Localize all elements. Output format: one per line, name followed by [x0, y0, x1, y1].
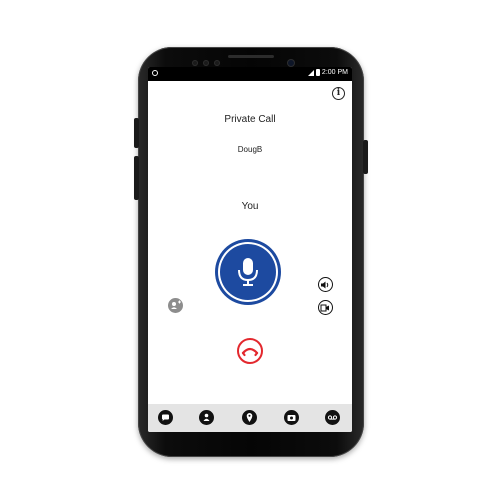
microphone-icon — [238, 258, 258, 286]
status-bar: 2:00 PM — [148, 67, 352, 81]
bixby-button — [134, 118, 139, 148]
power-button — [363, 140, 368, 174]
bottom-nav-bar — [148, 404, 352, 432]
speaker-icon — [321, 281, 329, 289]
location-icon[interactable] — [242, 410, 257, 425]
volume-button — [134, 156, 139, 200]
call-type-title: Private Call — [224, 114, 276, 125]
end-call-icon — [241, 347, 259, 357]
front-camera — [287, 59, 295, 67]
speaker-button[interactable] — [318, 277, 333, 292]
add-participant-button[interactable] — [168, 298, 183, 313]
talkgroup-icon[interactable] — [199, 410, 214, 425]
voicemail-icon[interactable] — [325, 410, 340, 425]
earpiece-speaker — [228, 55, 274, 58]
phone-screen: 2:00 PM i Private Call DougB You — [148, 67, 352, 432]
nfc-icon — [152, 70, 158, 76]
add-participant-icon — [171, 300, 181, 309]
push-to-talk-button[interactable] — [218, 242, 278, 302]
sensor-dot — [214, 60, 220, 66]
info-icon[interactable]: i — [332, 87, 345, 100]
talker-label: You — [241, 201, 259, 212]
mute-toggle-icon — [320, 304, 329, 312]
sensor-dot — [203, 60, 209, 66]
chat-icon[interactable] — [158, 410, 173, 425]
sensor-dot — [192, 60, 198, 66]
signal-icon — [307, 69, 314, 76]
status-time: 2:00 PM — [321, 69, 348, 76]
contact-name: DougB — [237, 145, 263, 154]
camera-icon[interactable] — [284, 410, 299, 425]
mute-toggle-button[interactable] — [318, 300, 333, 315]
battery-icon — [315, 69, 320, 76]
end-call-button[interactable] — [237, 338, 263, 364]
